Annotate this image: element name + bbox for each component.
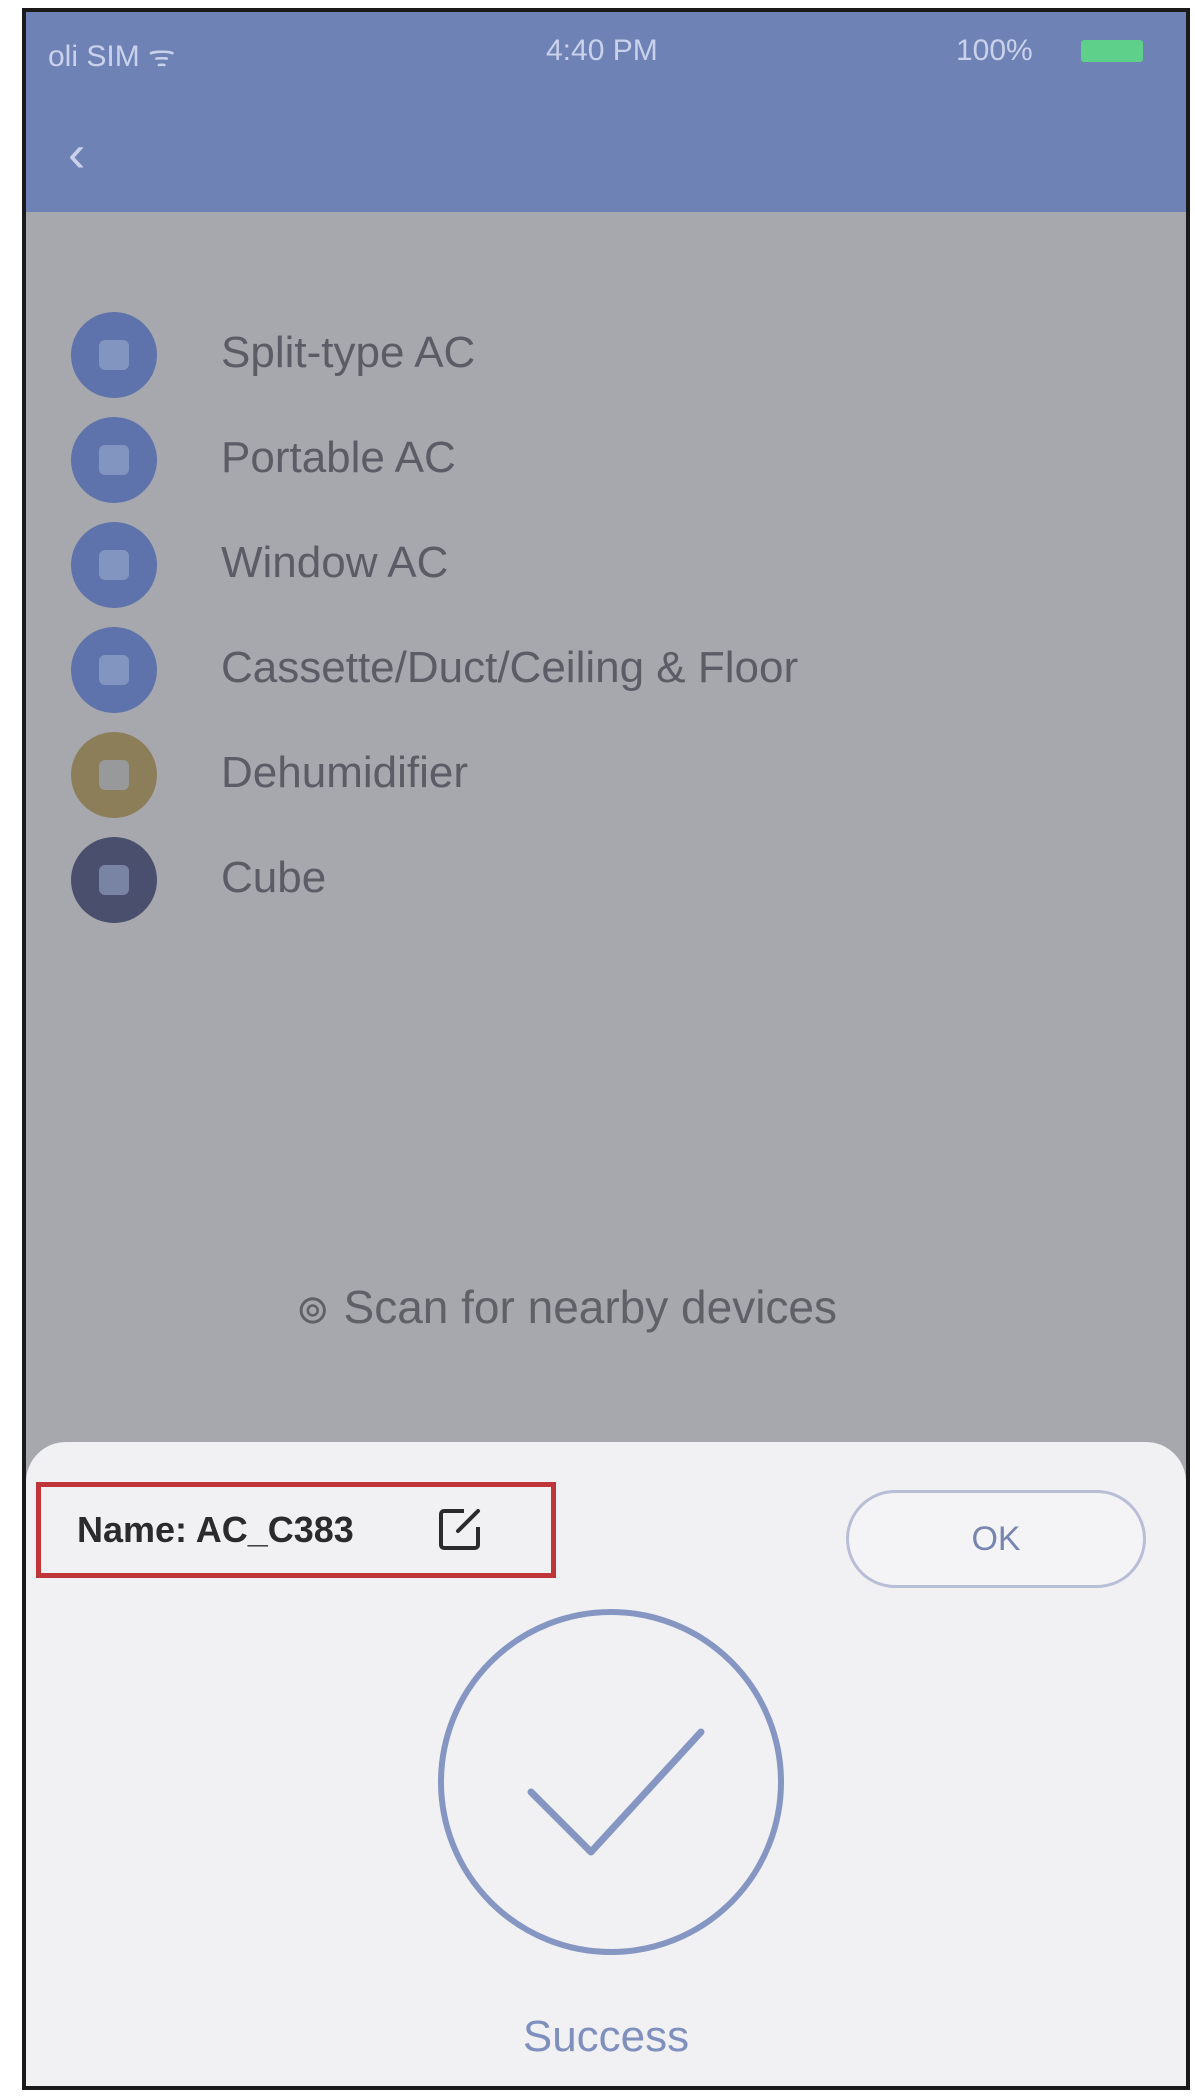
success-sheet: Name: AC_C383 OK Success	[26, 1442, 1186, 2086]
cube-icon	[71, 837, 157, 923]
device-item-label: Portable AC	[221, 433, 456, 482]
dehumidifier-icon	[71, 732, 157, 818]
cassette-ac-icon	[71, 627, 157, 713]
device-name: Name: AC_C383	[77, 1509, 354, 1550]
status-bar: oli SIM ᯤ 4:40 PM 100%	[26, 12, 1186, 100]
carrier-signal: oli SIM ᯤ	[48, 40, 176, 73]
ok-button[interactable]: OK	[846, 1490, 1146, 1588]
success-label: Success	[522, 2012, 690, 2061]
device-item-label: Split-type AC	[221, 328, 476, 377]
back-icon[interactable]: ‹	[68, 124, 85, 184]
device-item-label: Dehumidifier	[221, 748, 468, 797]
phone-screenshot-frame: oli SIM ᯤ 4:40 PM 100% ‹ Split-type AC P…	[22, 8, 1190, 2090]
device-item-label: Cube	[221, 853, 327, 902]
nav-bar: ‹	[26, 100, 1186, 212]
battery-icon	[1081, 40, 1143, 62]
scan-nearby-link[interactable]: ⊚ Scan for nearby devices	[296, 1280, 837, 1334]
scan-icon: ⊚	[296, 1288, 330, 1332]
scan-label: Scan for nearby devices	[343, 1281, 838, 1333]
status-time: 4:40 PM	[546, 34, 658, 67]
device-item-label: Window AC	[221, 538, 449, 587]
device-item-label: Cassette/Duct/Ceiling & Floor	[221, 643, 799, 692]
window-ac-icon	[71, 522, 157, 608]
battery-percentage: 100%	[956, 34, 1033, 67]
portable-ac-icon	[71, 417, 157, 503]
device-name-highlight: Name: AC_C383	[36, 1482, 556, 1578]
success-check-icon	[438, 1609, 784, 1955]
edit-icon[interactable]	[436, 1505, 484, 1553]
split-ac-icon	[71, 312, 157, 398]
